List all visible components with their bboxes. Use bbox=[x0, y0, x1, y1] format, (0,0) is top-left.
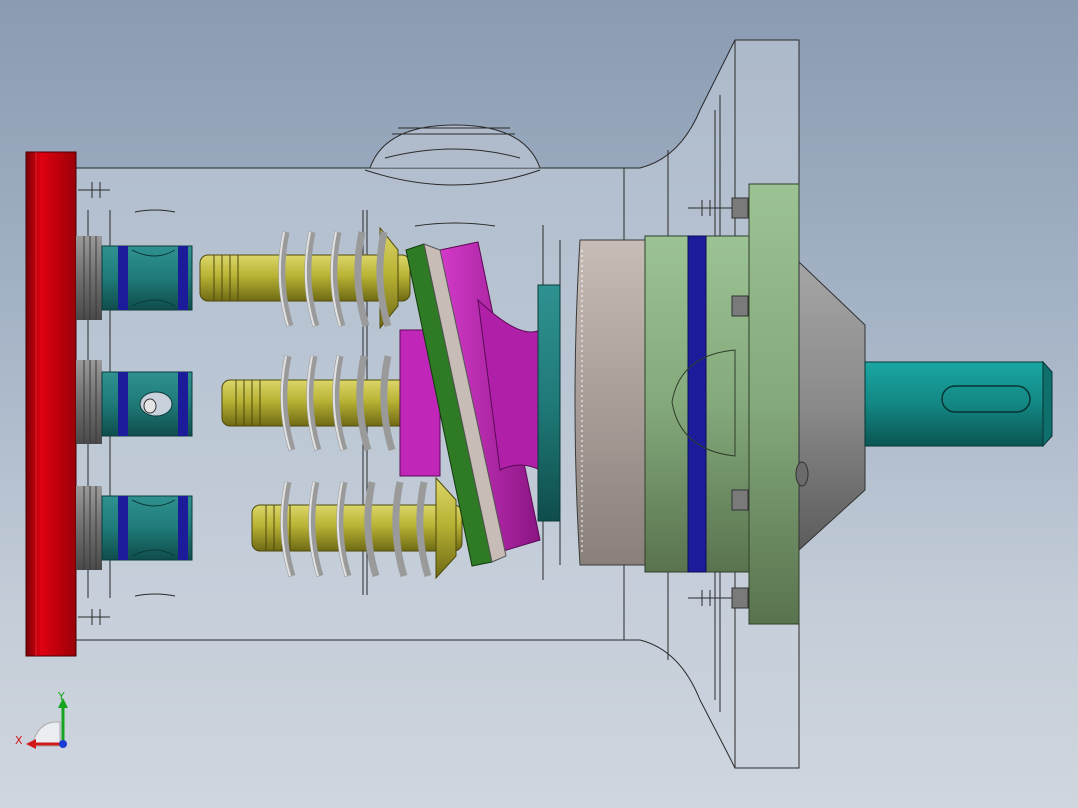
z-axis-dot bbox=[59, 740, 67, 748]
mounting-flange[interactable] bbox=[748, 183, 800, 625]
end-cap[interactable] bbox=[25, 151, 77, 657]
bearing-carrier[interactable] bbox=[644, 235, 750, 573]
piston-barrel-top[interactable] bbox=[76, 236, 193, 320]
cone-hole bbox=[795, 461, 809, 487]
piston-barrel-bottom[interactable] bbox=[76, 486, 193, 570]
assembly-model[interactable] bbox=[0, 0, 1078, 808]
graphics-viewport[interactable]: Y X bbox=[0, 0, 1078, 808]
piston-barrel-middle[interactable] bbox=[76, 360, 193, 444]
collar-ring[interactable] bbox=[537, 284, 561, 522]
bearing[interactable] bbox=[574, 239, 646, 566]
cone-nose[interactable] bbox=[798, 260, 866, 552]
y-axis-label: Y bbox=[57, 690, 65, 703]
coordinate-triad: Y X bbox=[15, 690, 68, 749]
x-axis-label: X bbox=[15, 734, 23, 747]
output-shaft[interactable] bbox=[864, 360, 1053, 448]
